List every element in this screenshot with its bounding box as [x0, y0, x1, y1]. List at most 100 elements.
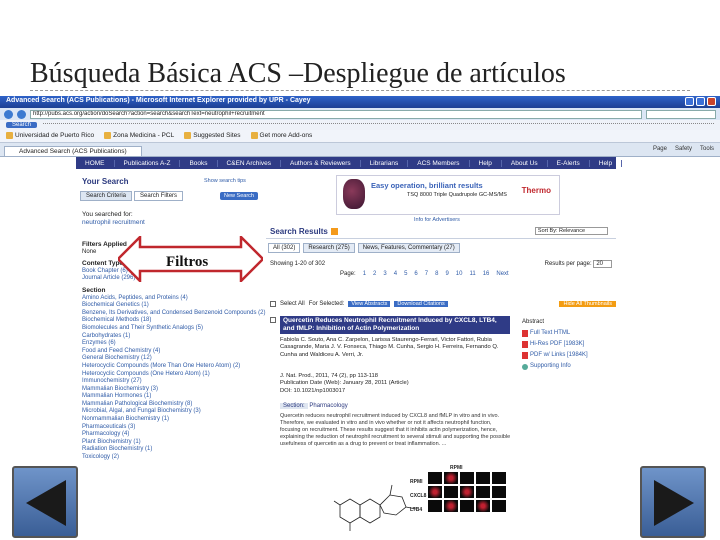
new-search-button[interactable]: New Search [220, 192, 258, 200]
hide-thumbnails-button[interactable]: Hide All Thumbnails [559, 301, 616, 307]
site-nav-item[interactable]: HOME [76, 159, 115, 167]
web-page: HOME Publications A-Z Books C&EN Archive… [0, 157, 720, 531]
per-page-select[interactable]: 20 [593, 260, 612, 268]
filter-item[interactable]: Benzene, Its Derivatives, and Condensed … [82, 310, 265, 318]
site-nav-item[interactable]: Books [180, 159, 218, 167]
tab-research[interactable]: Research (275) [303, 243, 355, 253]
hires-pdf-link[interactable]: Hi-Res PDF [1983K] [522, 339, 614, 350]
tools-menu[interactable]: Tools [700, 146, 714, 152]
back-icon[interactable] [4, 109, 13, 119]
favorite-item-0[interactable]: Universidad de Puerto Rico [6, 132, 94, 140]
select-all-checkbox[interactable] [270, 301, 276, 307]
forward-icon[interactable] [17, 109, 26, 119]
tab-search-criteria[interactable]: Search Criteria [80, 191, 133, 201]
page-link[interactable]: 3 [383, 271, 386, 277]
filter-item[interactable]: Food and Feed Chemistry (4) [82, 348, 265, 356]
site-nav-item[interactable]: Publications A-Z [115, 159, 181, 167]
page-link[interactable]: 8 [435, 271, 438, 277]
panel-cell [444, 486, 458, 498]
filter-item[interactable]: Pharmacology (4) [82, 431, 265, 439]
filter-item[interactable]: General Biochemistry (12) [82, 355, 265, 363]
select-all-label: Select All [280, 301, 305, 307]
result-checkbox[interactable] [270, 317, 276, 323]
filter-item[interactable]: Biochemical Genetics (1) [82, 302, 265, 310]
site-nav-item[interactable]: Help [470, 159, 502, 167]
section-value[interactable]: Pharmacology [309, 403, 347, 409]
panel-cell [492, 472, 506, 484]
safety-menu[interactable]: Safety [675, 146, 692, 152]
toolbar-search-button[interactable]: Search [6, 122, 38, 128]
site-nav-item[interactable]: About Us [502, 159, 548, 167]
article-title-link[interactable]: Quercetin Reduces Neutrophil Recruitment… [280, 316, 510, 334]
minimize-icon[interactable] [685, 97, 694, 106]
page-link[interactable]: 6 [414, 271, 417, 277]
window-controls [685, 97, 716, 106]
filter-item[interactable]: Biomolecules and Their Synthetic Analogs… [82, 325, 265, 333]
filter-item[interactable]: Radiation Biochemistry (1) [82, 446, 265, 454]
results-tabs: All (302) Research (275) News, Features,… [268, 243, 460, 253]
filter-item[interactable]: Nonmammalian Biochemistry (1) [82, 416, 265, 424]
filter-item[interactable]: Microbial, Algal, and Fungal Biochemistr… [82, 408, 265, 416]
download-citations-button[interactable]: Download Citations [394, 301, 448, 307]
filter-item[interactable]: Carbohydrates (1) [82, 333, 265, 341]
page-link[interactable]: 9 [445, 271, 448, 277]
site-nav-item[interactable]: ACS Members [408, 159, 470, 167]
site-nav-item[interactable]: Help [590, 159, 623, 167]
molecule-image [343, 179, 365, 209]
page-link[interactable]: 7 [425, 271, 428, 277]
favorite-item-3[interactable]: Get more Add-ons [250, 132, 312, 140]
rss-icon[interactable] [330, 228, 338, 236]
filter-item[interactable]: Heterocyclic Compounds (One Hetero Atom)… [82, 371, 265, 379]
page-link[interactable]: 16 [483, 271, 490, 277]
filter-item[interactable]: Immunochemistry (27) [82, 378, 265, 386]
sort-select[interactable]: Sort By: Relevance [534, 227, 608, 235]
favorite-item-1[interactable]: Zona Medicina - PCL [104, 132, 174, 140]
filter-item[interactable]: Heterocyclic Compounds (More Than One He… [82, 363, 265, 371]
page-link[interactable]: 2 [373, 271, 376, 277]
hires-pdf-label: Hi-Res PDF [1983K] [530, 341, 585, 347]
page-menu[interactable]: Page [653, 146, 667, 152]
previous-slide-button[interactable] [12, 466, 78, 538]
view-abstracts-button[interactable]: View Abstracts [348, 301, 391, 307]
browser-search-field[interactable] [646, 109, 716, 119]
next-slide-button[interactable] [640, 466, 706, 538]
browser-window: Advanced Search (ACS Publications) - Mic… [0, 96, 720, 540]
page-link[interactable]: 11 [469, 271, 475, 277]
filter-item[interactable]: Pharmaceuticals (3) [82, 424, 265, 432]
site-nav-item[interactable]: Librarians [361, 159, 409, 167]
favorite-item-2[interactable]: Suggested Sites [184, 132, 241, 140]
site-nav-item[interactable]: Authors & Reviewers [281, 159, 361, 167]
tab-search-filters[interactable]: Search Filters [134, 191, 184, 201]
maximize-icon[interactable] [696, 97, 705, 106]
abstract-link[interactable]: Abstract [522, 317, 614, 328]
filter-item[interactable]: Plant Biochemistry (1) [82, 439, 265, 447]
page-link[interactable]: 1 [363, 271, 366, 277]
pdf-links-link[interactable]: PDF w/ Links [1984K] [522, 350, 614, 361]
pdf-icon [522, 352, 528, 359]
page-link[interactable]: 10 [456, 271, 463, 277]
panel-grid [428, 472, 506, 512]
filter-item[interactable]: Mammalian Pathological Biochemistry (8) [82, 401, 265, 409]
tab-all[interactable]: All (302) [268, 243, 301, 253]
tab-news[interactable]: News, Features, Commentary (27) [357, 243, 460, 253]
full-text-link[interactable]: Full Text HTML [522, 328, 614, 339]
next-page-link[interactable]: Next [496, 271, 508, 277]
advertisement-banner[interactable]: Easy operation, brilliant results TSQ 80… [336, 175, 560, 215]
page-link[interactable]: 5 [404, 271, 407, 277]
page-link[interactable]: 4 [394, 271, 397, 277]
close-icon[interactable] [707, 97, 716, 106]
filter-item[interactable]: Biochemical Methods (18) [82, 317, 265, 325]
filter-item[interactable]: Mammalian Hormones (1) [82, 393, 265, 401]
filter-item[interactable]: Mammalian Biochemistry (3) [82, 386, 265, 394]
favorite-label: Suggested Sites [193, 132, 241, 140]
search-tips-link[interactable]: Show search tips [204, 178, 246, 184]
site-nav-item[interactable]: E-Alerts [548, 159, 590, 167]
filter-item[interactable]: Amino Acids, Peptides, and Proteins (4) [82, 295, 265, 303]
supporting-info-link[interactable]: Supporting Info [522, 361, 614, 372]
browser-tab[interactable]: Advanced Search (ACS Publications) [4, 146, 142, 156]
filter-item[interactable]: Enzymes (6) [82, 340, 265, 348]
advertisers-link[interactable]: Info for Advertisers [414, 217, 460, 223]
site-nav-item[interactable]: C&EN Archives [218, 159, 281, 167]
url-field[interactable]: http://pubs.acs.org/action/doSearch?acti… [30, 109, 642, 119]
filter-item[interactable]: Toxicology (2) [82, 454, 265, 462]
